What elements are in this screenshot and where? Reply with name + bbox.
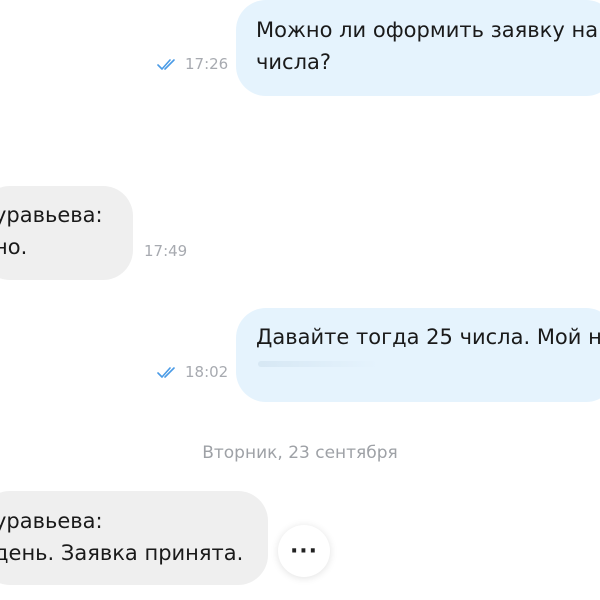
message-bubble-incoming[interactable]: уравьева: но.: [0, 186, 133, 280]
message-bubble-outgoing[interactable]: Можно ли оформить заявку на числа?: [236, 0, 600, 96]
chat-area: 17:26 Можно ли оформить заявку на числа?…: [0, 0, 600, 600]
message-bubble-incoming[interactable]: уравьева: день. Заявка принята.: [0, 491, 268, 585]
read-check-icon: [157, 59, 175, 70]
date-separator: Вторник, 23 сентября: [202, 443, 398, 463]
message-bubble-outgoing[interactable]: Давайте тогда 25 числа. Мой н: [236, 308, 600, 402]
message-time: 17:49: [144, 242, 188, 260]
more-dots-button[interactable]: ···: [278, 525, 330, 577]
message-time: 18:02: [185, 363, 229, 381]
message-time: 17:26: [185, 55, 229, 73]
redacted-text: [258, 361, 378, 367]
read-check-icon: [157, 367, 175, 378]
more-dots-icon: ···: [289, 538, 319, 564]
message-meta: 17:26: [157, 55, 228, 73]
message-meta: 17:49: [144, 242, 187, 260]
message-meta: 18:02: [157, 363, 228, 381]
